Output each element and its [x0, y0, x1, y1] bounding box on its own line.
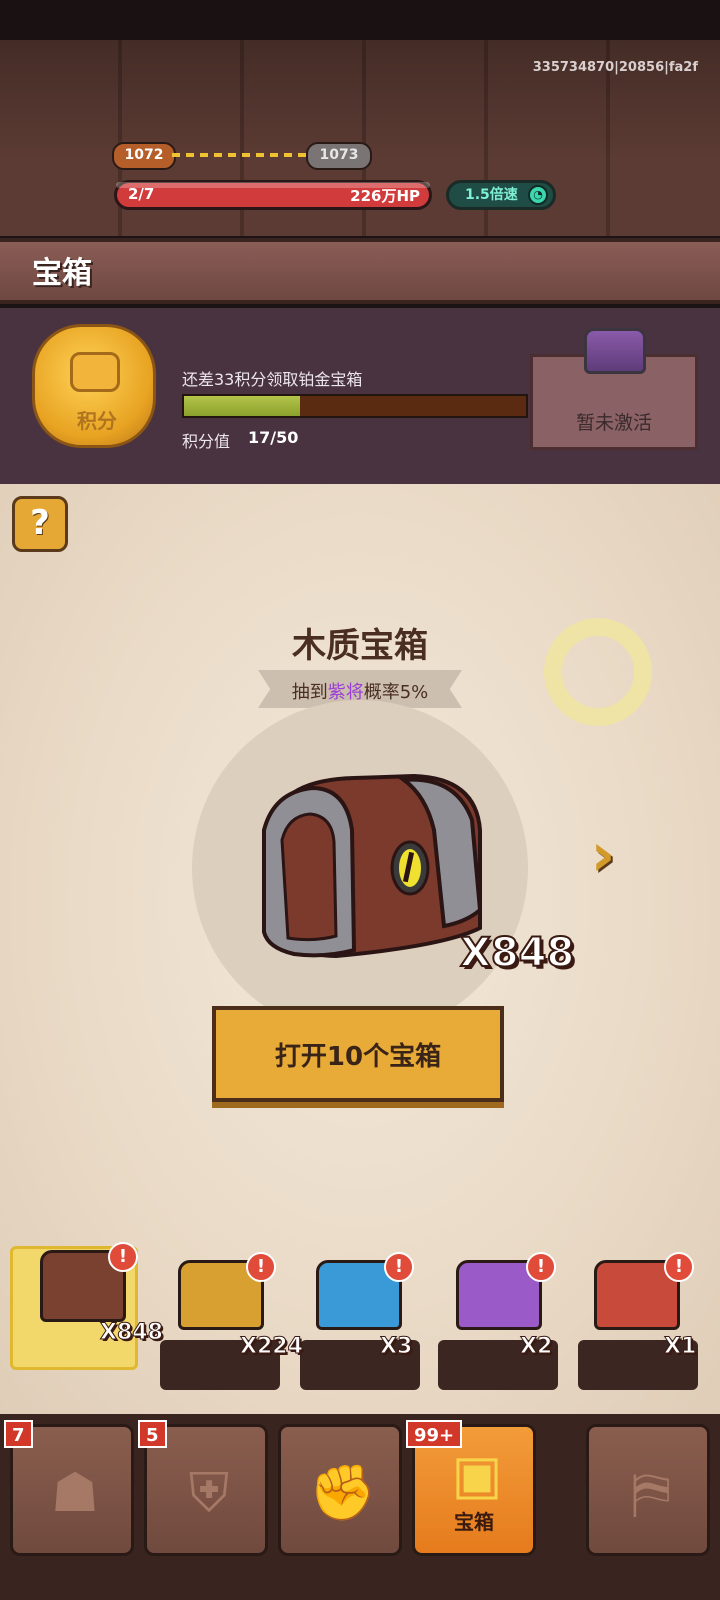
speedometer-icon: ◔: [528, 185, 548, 205]
title-band: [0, 238, 720, 304]
level-progress-track: [172, 153, 306, 157]
hp-value: 226万HP: [350, 187, 420, 205]
status-bar: [0, 0, 720, 40]
tab-chest-badge: 99+: [406, 1420, 463, 1448]
next-chest-arrow-icon[interactable]: ›: [578, 820, 628, 890]
tab-equipment-badge: 5: [138, 1420, 167, 1448]
odds-prefix: 抽到: [291, 682, 328, 703]
platinum-chest-icon: [584, 328, 646, 374]
reward-status-label: 暂未激活: [575, 412, 652, 434]
golden-chest-alert-icon: !: [246, 1252, 276, 1282]
wooden-chest-icon: [262, 773, 483, 959]
points-badge-label: 积分: [77, 409, 117, 433]
current-level-badge: 1072: [112, 142, 176, 170]
points-progress-fill: [184, 396, 300, 416]
session-id: 335734870|20856|fa2f: [532, 60, 698, 75]
purple-chest-count: X2: [519, 1334, 553, 1360]
points-prompt: 还差33积分领取铂金宝箱: [182, 370, 363, 389]
points-badge-chest-icon: [70, 352, 120, 392]
page-title: 宝箱: [32, 256, 92, 291]
blue-chest-alert-icon: !: [384, 1252, 414, 1282]
wooden-chest-count: X848: [100, 1320, 164, 1346]
chest-count: X848: [459, 929, 575, 977]
battle-icon: ✊: [309, 1461, 377, 1524]
next-level-badge: 1073: [306, 142, 372, 170]
open-button-label: 打开10个宝箱: [274, 1042, 442, 1072]
tab-chest-label: 宝箱: [454, 1510, 494, 1534]
wave-counter: 2/7: [128, 185, 155, 203]
red-chest-count: X1: [663, 1334, 697, 1360]
tab-battle[interactable]: ✊: [278, 1424, 402, 1556]
scroll-map-icon: ⛿: [631, 1461, 671, 1524]
help-button[interactable]: ?: [12, 496, 68, 552]
points-value-label: 积分值: [182, 432, 231, 451]
wooden-chest-alert-icon: !: [108, 1242, 138, 1272]
purple-chest-alert-icon: !: [526, 1252, 556, 1282]
points-value: 17/50: [248, 428, 299, 447]
touch-ring-indicator: [544, 618, 652, 726]
chest-selector-shelf: ! X848 ! X224 ! X3 ! X2 ! X1: [0, 1226, 720, 1402]
golden-chest-count: X224: [240, 1334, 304, 1360]
tab-map[interactable]: ⛿: [586, 1424, 710, 1556]
blue-chest-count: X3: [379, 1334, 413, 1360]
tab-heroes-badge: 7: [4, 1420, 33, 1448]
red-chest-alert-icon: !: [664, 1252, 694, 1282]
speed-label: 1.5倍速: [465, 187, 518, 203]
